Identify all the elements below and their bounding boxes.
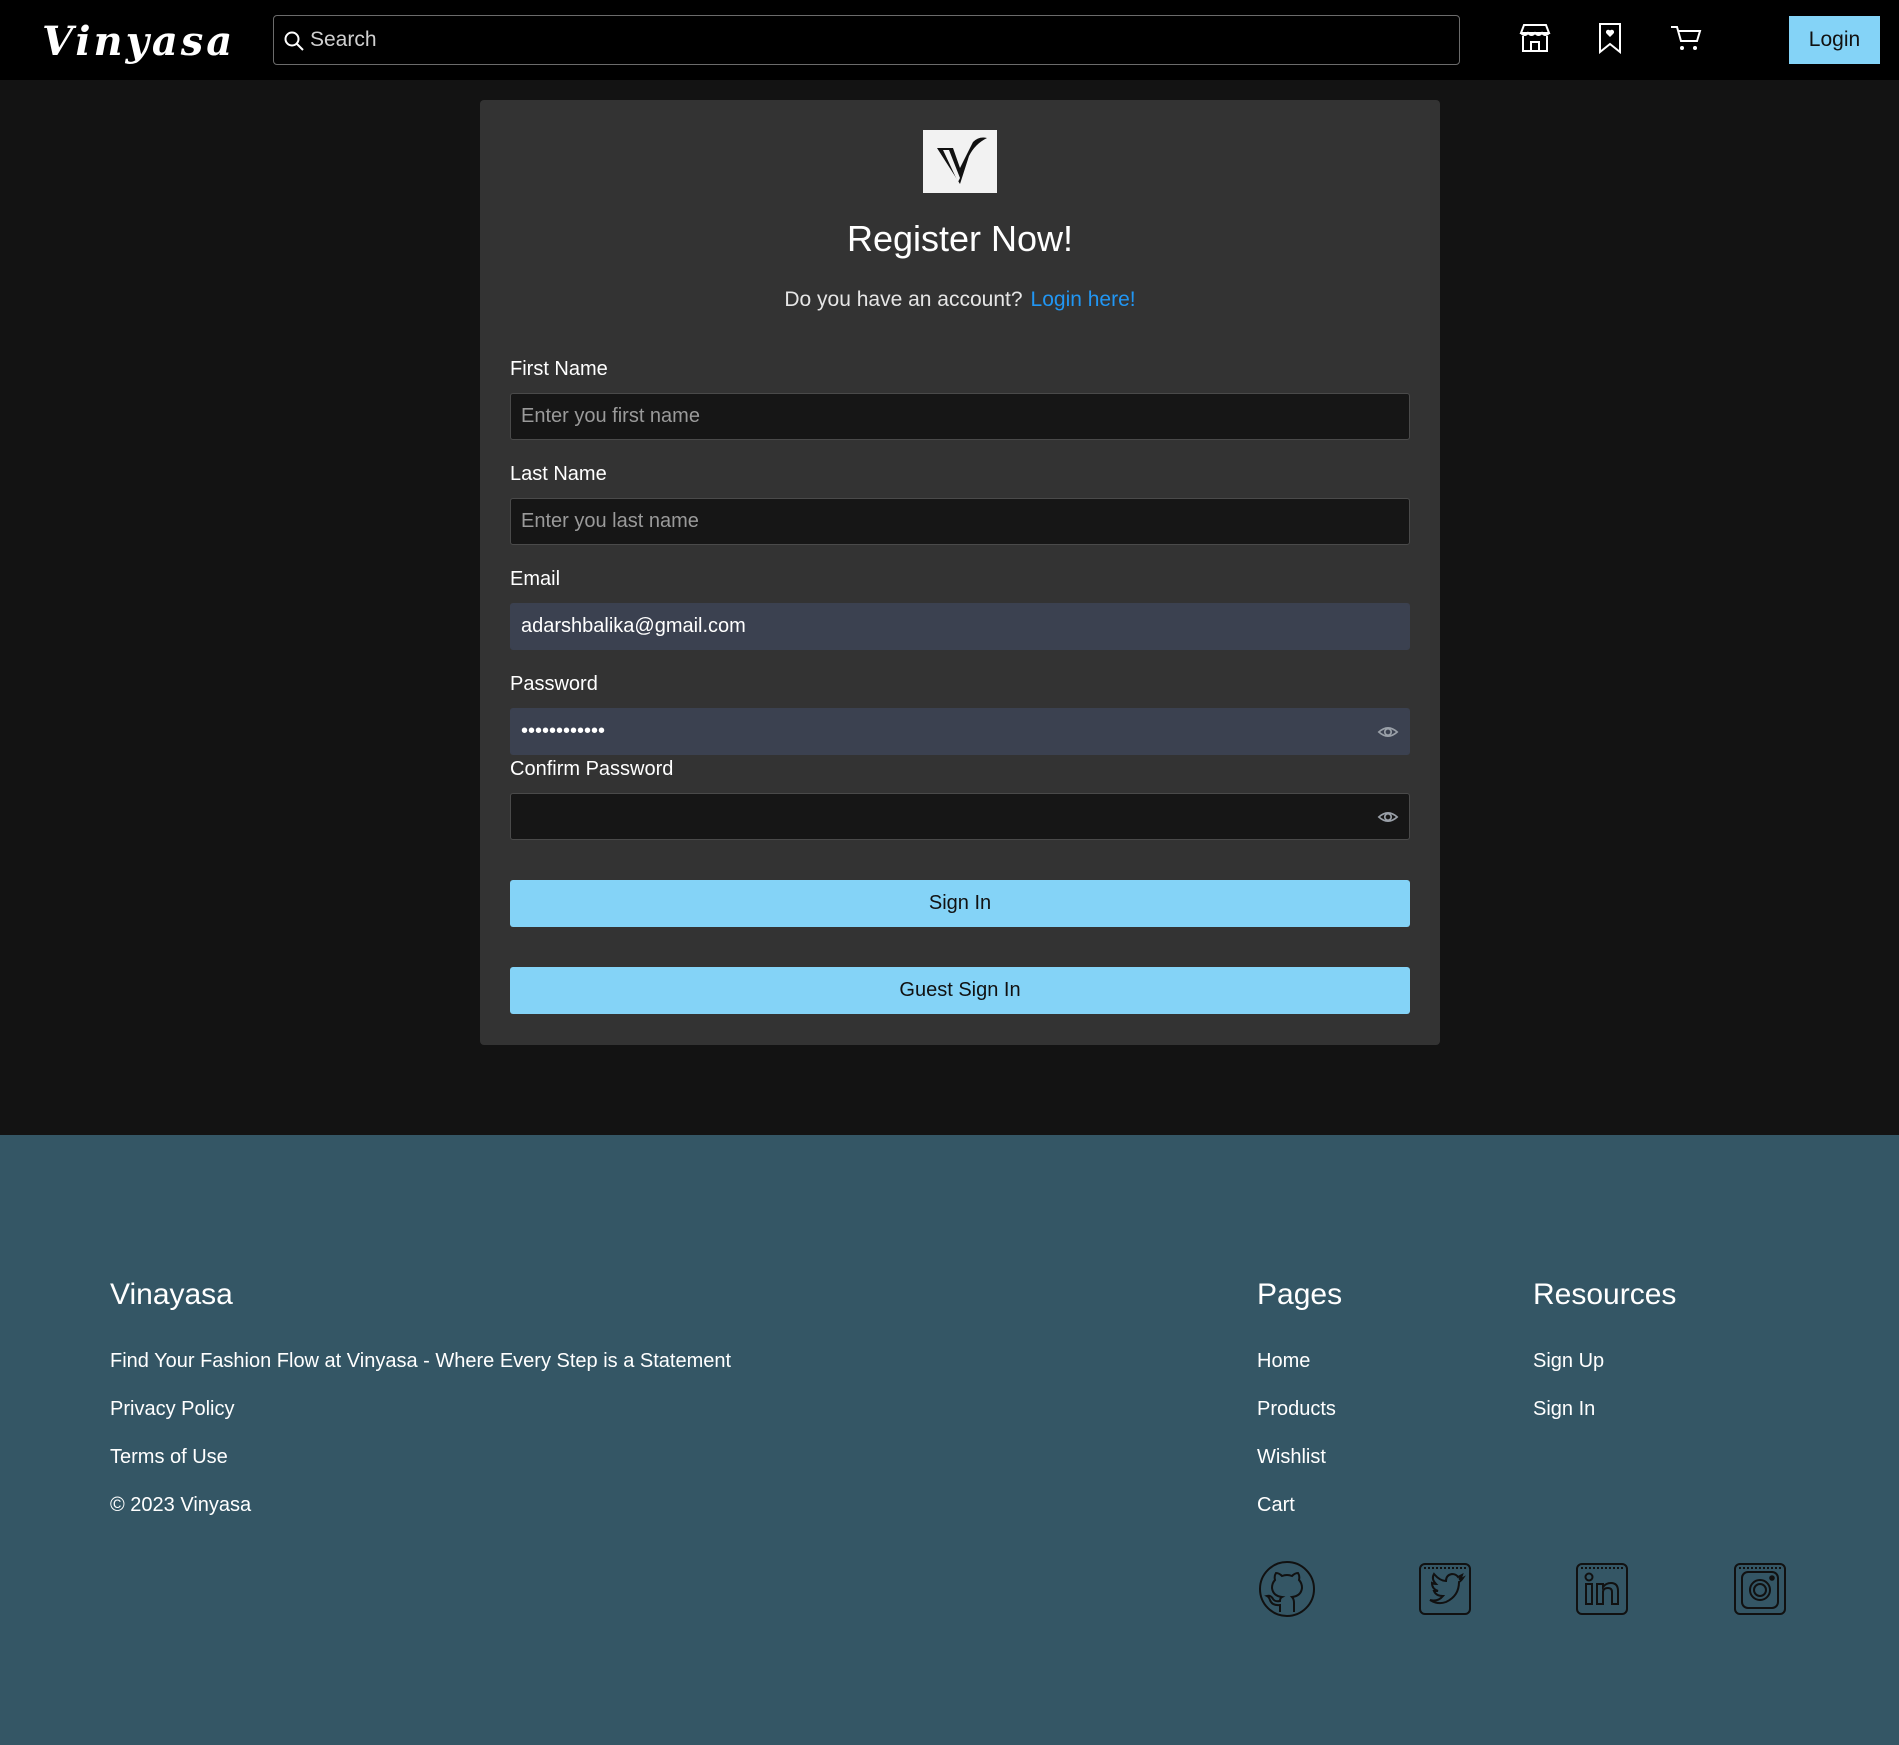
search-icon bbox=[284, 31, 304, 51]
last-name-field[interactable] bbox=[510, 498, 1410, 545]
login-prompt: Do you have an account? Login here! bbox=[480, 288, 1440, 312]
register-card: Register Now! Do you have an account? Log… bbox=[480, 100, 1440, 1045]
cart-icon[interactable] bbox=[1666, 18, 1706, 58]
wishlist-icon[interactable] bbox=[1590, 18, 1630, 58]
footer-link-products[interactable]: Products bbox=[1257, 1398, 1336, 1421]
footer-link-sign-in[interactable]: Sign In bbox=[1533, 1398, 1595, 1421]
login-prompt-text: Do you have an account? bbox=[784, 288, 1023, 311]
twitter-icon[interactable] bbox=[1416, 1560, 1474, 1618]
email-label: Email bbox=[510, 568, 561, 590]
password-field[interactable] bbox=[510, 708, 1410, 755]
password-label: Password bbox=[510, 673, 598, 695]
terms-of-use-link[interactable]: Terms of Use bbox=[110, 1446, 228, 1469]
footer-copyright: © 2023 Vinyasa bbox=[110, 1494, 252, 1516]
footer-brand: Vinayasa bbox=[110, 1278, 233, 1311]
github-icon[interactable] bbox=[1258, 1560, 1316, 1618]
guest-sign-in-button[interactable]: Guest Sign In bbox=[510, 967, 1410, 1014]
footer-link-cart[interactable]: Cart bbox=[1257, 1494, 1295, 1517]
last-name-label: Last Name bbox=[510, 463, 607, 485]
linkedin-icon[interactable] bbox=[1573, 1560, 1631, 1618]
search-input[interactable] bbox=[310, 16, 1450, 64]
search-bar[interactable] bbox=[273, 15, 1460, 65]
sign-in-button[interactable]: Sign In bbox=[510, 880, 1410, 927]
navbar: Vinyasa Login bbox=[0, 0, 1899, 80]
show-confirm-password-icon[interactable] bbox=[1377, 806, 1399, 828]
footer-link-home[interactable]: Home bbox=[1257, 1350, 1310, 1373]
login-here-link[interactable]: Login here! bbox=[1031, 288, 1136, 311]
last-name-input[interactable] bbox=[521, 499, 1381, 544]
confirm-password-input[interactable] bbox=[521, 794, 1381, 839]
checkmark-logo-icon bbox=[923, 130, 997, 193]
footer-tagline: Find Your Fashion Flow at Vinyasa - Wher… bbox=[110, 1350, 732, 1372]
pages-heading: Pages bbox=[1257, 1278, 1343, 1311]
privacy-policy-link[interactable]: Privacy Policy bbox=[110, 1398, 234, 1421]
instagram-icon[interactable] bbox=[1731, 1560, 1789, 1618]
email-field[interactable] bbox=[510, 603, 1410, 650]
footer bbox=[0, 1135, 1899, 1745]
confirm-password-label: Confirm Password bbox=[510, 758, 674, 780]
confirm-password-field[interactable] bbox=[510, 793, 1410, 840]
resources-heading: Resources bbox=[1533, 1278, 1677, 1311]
email-input[interactable] bbox=[521, 604, 1381, 649]
store-icon[interactable] bbox=[1515, 18, 1555, 58]
show-password-icon[interactable] bbox=[1377, 721, 1399, 743]
login-button[interactable]: Login bbox=[1789, 16, 1880, 64]
site-logo[interactable]: Vinyasa bbox=[42, 18, 235, 66]
password-input[interactable] bbox=[521, 709, 1381, 754]
first-name-field[interactable] bbox=[510, 393, 1410, 440]
footer-link-wishlist[interactable]: Wishlist bbox=[1257, 1446, 1326, 1469]
first-name-label: First Name bbox=[510, 358, 608, 380]
page-title: Register Now! bbox=[846, 218, 1074, 259]
first-name-input[interactable] bbox=[521, 394, 1381, 439]
footer-link-sign-up[interactable]: Sign Up bbox=[1533, 1350, 1604, 1373]
